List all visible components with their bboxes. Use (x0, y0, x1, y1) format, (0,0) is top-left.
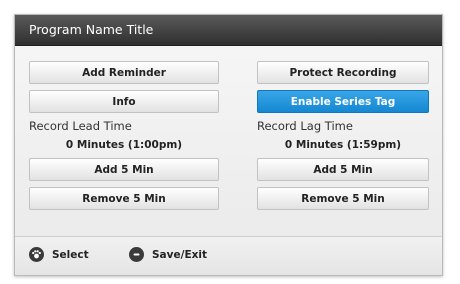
dialog-footer: Select Save/Exit (15, 236, 442, 275)
lead-add-5-min-button[interactable]: Add 5 Min (29, 158, 219, 181)
lag-add-5-min-button[interactable]: Add 5 Min (257, 158, 429, 181)
record-lag-time-label: Record Lag Time (257, 119, 353, 133)
protect-recording-button[interactable]: Protect Recording (257, 61, 429, 84)
lead-remove-5-min-button[interactable]: Remove 5 Min (29, 187, 219, 210)
dialog-title: Program Name Title (29, 22, 154, 37)
record-lead-time-label: Record Lead Time (29, 119, 132, 133)
save-exit-label: Save/Exit (152, 248, 208, 261)
dialog-titlebar: Program Name Title (15, 15, 442, 46)
record-lag-time-value: 0 Minutes (1:59pm) (284, 139, 402, 151)
record-lead-time-value: 0 Minutes (1:00pm) (65, 139, 183, 151)
remote-button-icon (129, 247, 144, 262)
add-reminder-button[interactable]: Add Reminder (29, 61, 219, 84)
lag-remove-5-min-button[interactable]: Remove 5 Min (257, 187, 429, 210)
paw-dpad-icon (29, 247, 44, 262)
enable-series-tag-button[interactable]: Enable Series Tag (257, 90, 429, 113)
select-label: Select (52, 248, 89, 261)
program-options-dialog: Program Name Title Add Reminder Protect … (14, 14, 443, 276)
save-exit-hint: Save/Exit (129, 247, 207, 262)
select-hint: Select (29, 247, 89, 262)
info-button[interactable]: Info (29, 90, 219, 113)
